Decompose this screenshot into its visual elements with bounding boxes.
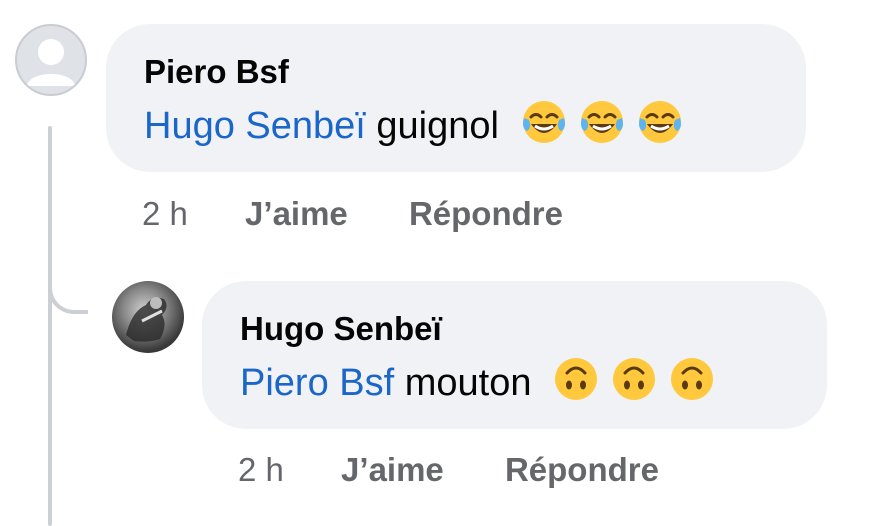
avatar-piero-bsf[interactable] bbox=[15, 24, 87, 96]
comment-body: mouton bbox=[404, 362, 532, 404]
comment-bubble: Piero Bsf Hugo Senbeï guignol bbox=[106, 24, 806, 172]
mention-link[interactable]: Piero Bsf bbox=[240, 362, 394, 404]
tears-of-joy-emoji-icon bbox=[580, 101, 623, 143]
reply-connector bbox=[48, 250, 88, 314]
comment-timestamp[interactable]: 2 h bbox=[238, 450, 284, 490]
profile-photo-icon bbox=[126, 297, 167, 342]
comment-timestamp[interactable]: 2 h bbox=[142, 194, 188, 234]
tears-of-joy-emoji-icon bbox=[638, 101, 681, 143]
upside-down-face-emoji-icon bbox=[671, 358, 714, 400]
comment-author[interactable]: Piero Bsf bbox=[144, 52, 768, 92]
tears-of-joy-emoji-icon bbox=[522, 101, 565, 143]
comment-actions: 2 h J’aime Répondre bbox=[142, 194, 563, 234]
thread-line bbox=[48, 126, 52, 526]
reply-button[interactable]: Répondre bbox=[409, 194, 563, 234]
comment-author[interactable]: Hugo Senbeï bbox=[240, 309, 789, 349]
mention-link[interactable]: Hugo Senbeï bbox=[144, 105, 366, 147]
upside-down-face-emoji-icon bbox=[555, 358, 598, 400]
comment-text: Piero Bsf mouton bbox=[240, 355, 789, 408]
comment-text: Hugo Senbeï guignol bbox=[144, 98, 768, 151]
comment-bubble: Hugo Senbeï Piero Bsf mouton bbox=[202, 281, 827, 429]
reply-button[interactable]: Répondre bbox=[505, 450, 659, 490]
like-button[interactable]: J’aime bbox=[341, 450, 444, 490]
like-button[interactable]: J’aime bbox=[245, 194, 348, 234]
default-user-icon bbox=[27, 39, 75, 86]
comment-actions: 2 h J’aime Répondre bbox=[238, 450, 659, 490]
avatar-hugo-senbei[interactable] bbox=[112, 281, 184, 353]
comment-body: guignol bbox=[376, 105, 499, 147]
upside-down-face-emoji-icon bbox=[613, 358, 656, 400]
